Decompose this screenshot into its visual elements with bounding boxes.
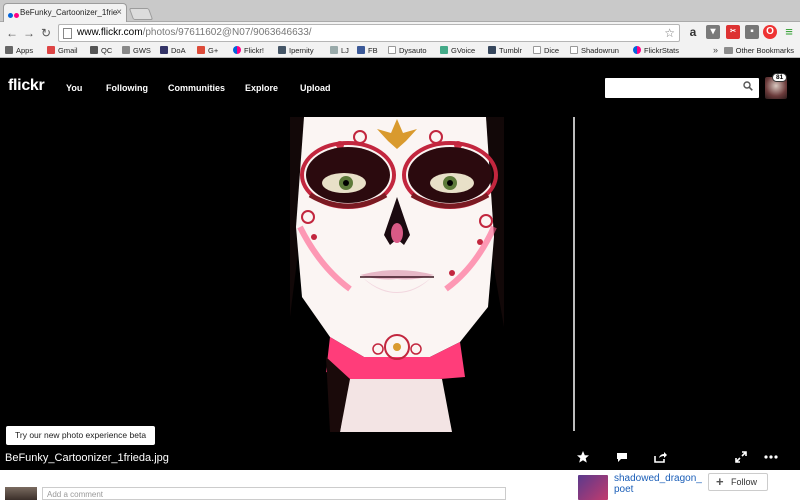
ipernity-icon [278, 46, 286, 54]
nav-explore[interactable]: Explore [245, 83, 278, 93]
bookmark-apps[interactable]: Apps [5, 46, 33, 55]
back-arrow-icon[interactable]: ← [5, 25, 19, 41]
bookmark-gplus[interactable]: G+ [197, 46, 218, 55]
notification-badge: 81 [772, 73, 788, 82]
comment-input[interactable]: Add a comment [42, 487, 506, 500]
bookmark-dysauto[interactable]: Dysauto [388, 46, 427, 55]
favorite-star-icon[interactable] [576, 450, 590, 464]
flickr-logo[interactable]: flickr [8, 77, 45, 95]
share-icon[interactable] [653, 450, 667, 464]
tab-close-icon[interactable]: × [116, 7, 122, 18]
qc-icon [90, 46, 98, 54]
reload-icon[interactable]: ↻ [39, 25, 53, 41]
tumblr-icon [488, 46, 496, 54]
nav-you[interactable]: You [66, 83, 82, 93]
bookmark-shadowrun[interactable]: Shadowrun [570, 46, 619, 55]
bookmark-star-icon[interactable]: ☆ [664, 26, 675, 40]
apps-grid-icon [5, 46, 13, 54]
bookmarks-more-button[interactable]: » [713, 45, 718, 55]
photo-image [290, 117, 504, 432]
flickr-header: flickr You Following Communities Explore… [0, 59, 800, 117]
browser-toolbar: ← → ↻ www.flickr.com/photos/97611602@N07… [0, 22, 800, 44]
forward-arrow-icon[interactable]: → [22, 25, 36, 41]
window-extension-icon[interactable]: ▪ [745, 25, 759, 39]
bookmark-dice[interactable]: Dice [533, 46, 559, 55]
photo-details-panel: Add a comment shadowed_dragon_ poet + Fo… [0, 470, 800, 500]
folder-icon [723, 47, 733, 54]
pocket-extension-icon[interactable]: ▾ [706, 25, 720, 39]
other-bookmarks-folder[interactable]: Other Bookmarks [723, 46, 794, 55]
user-avatar[interactable]: 81 [765, 73, 789, 101]
gws-icon [122, 46, 130, 54]
facebook-icon [357, 46, 365, 54]
url-host: www.flickr.com [77, 27, 143, 38]
more-options-icon[interactable] [764, 450, 778, 464]
owner-name-link[interactable]: shadowed_dragon_ poet [614, 473, 706, 495]
search-input[interactable] [605, 78, 759, 98]
follow-button[interactable]: + Follow [708, 473, 768, 491]
page-icon [570, 46, 578, 54]
bookmark-ipernity[interactable]: Ipernity [278, 46, 314, 55]
lj-icon [330, 46, 338, 54]
bookmark-lj[interactable]: LJ [330, 46, 349, 55]
tab-title: BeFunky_Cartoonizer_1frie [20, 8, 118, 17]
bookmarks-bar: Apps Gmail QC GWS DoA G+ Flickr! Ipernit… [0, 44, 800, 58]
google-plus-icon [197, 46, 205, 54]
gmail-icon [47, 46, 55, 54]
browser-tab-bar: BeFunky_Cartoonizer_1frie × [0, 0, 800, 22]
bookmark-fb[interactable]: FB [357, 46, 378, 55]
bookmark-doa[interactable]: DoA [160, 46, 186, 55]
nav-upload[interactable]: Upload [300, 83, 331, 93]
bookmark-flickrstats[interactable]: FlickrStats [633, 46, 679, 55]
commenter-avatar [5, 487, 37, 500]
bookmark-qc[interactable]: QC [90, 46, 112, 55]
nav-communities[interactable]: Communities [168, 83, 225, 93]
bookmark-gws[interactable]: GWS [122, 46, 151, 55]
page-icon [533, 46, 541, 54]
follow-label: Follow [731, 477, 758, 487]
opera-extension-icon[interactable]: O [763, 25, 777, 39]
page-icon [388, 46, 396, 54]
flickr-favicon-icon [8, 11, 19, 20]
main-photo[interactable] [290, 117, 504, 432]
chrome-menu-icon[interactable]: ≡ [782, 25, 796, 39]
doa-icon [160, 46, 168, 54]
bookmark-tumblr[interactable]: Tumblr [488, 46, 522, 55]
beta-experience-button[interactable]: Try our new photo experience beta [6, 426, 156, 445]
flickr-icon [633, 46, 641, 54]
new-tab-button[interactable] [128, 8, 154, 20]
flickr-icon [233, 46, 241, 54]
gvoice-icon [440, 46, 448, 54]
address-bar[interactable]: www.flickr.com/photos/97611602@N07/90636… [58, 24, 680, 42]
bookmark-gvoice[interactable]: GVoice [440, 46, 475, 55]
bookmark-gmail[interactable]: Gmail [47, 46, 78, 55]
photo-title: BeFunky_Cartoonizer_1frieda.jpg [5, 452, 169, 464]
comment-icon[interactable] [615, 450, 629, 464]
viewer-divider [573, 117, 575, 431]
owner-avatar[interactable] [578, 475, 608, 500]
url-path: /photos/97611602@N07/9063646633/ [142, 27, 312, 38]
amazon-extension-icon[interactable]: a [686, 25, 700, 39]
search-icon[interactable] [743, 81, 753, 91]
bookmark-flickr[interactable]: Flickr! [233, 46, 264, 55]
expand-icon[interactable] [734, 450, 748, 464]
page-icon [63, 28, 72, 39]
plus-icon: + [716, 474, 724, 489]
nav-following[interactable]: Following [106, 83, 148, 93]
browser-tab[interactable]: BeFunky_Cartoonizer_1frie × [3, 3, 127, 22]
tools-extension-icon[interactable]: ✂ [726, 25, 740, 39]
